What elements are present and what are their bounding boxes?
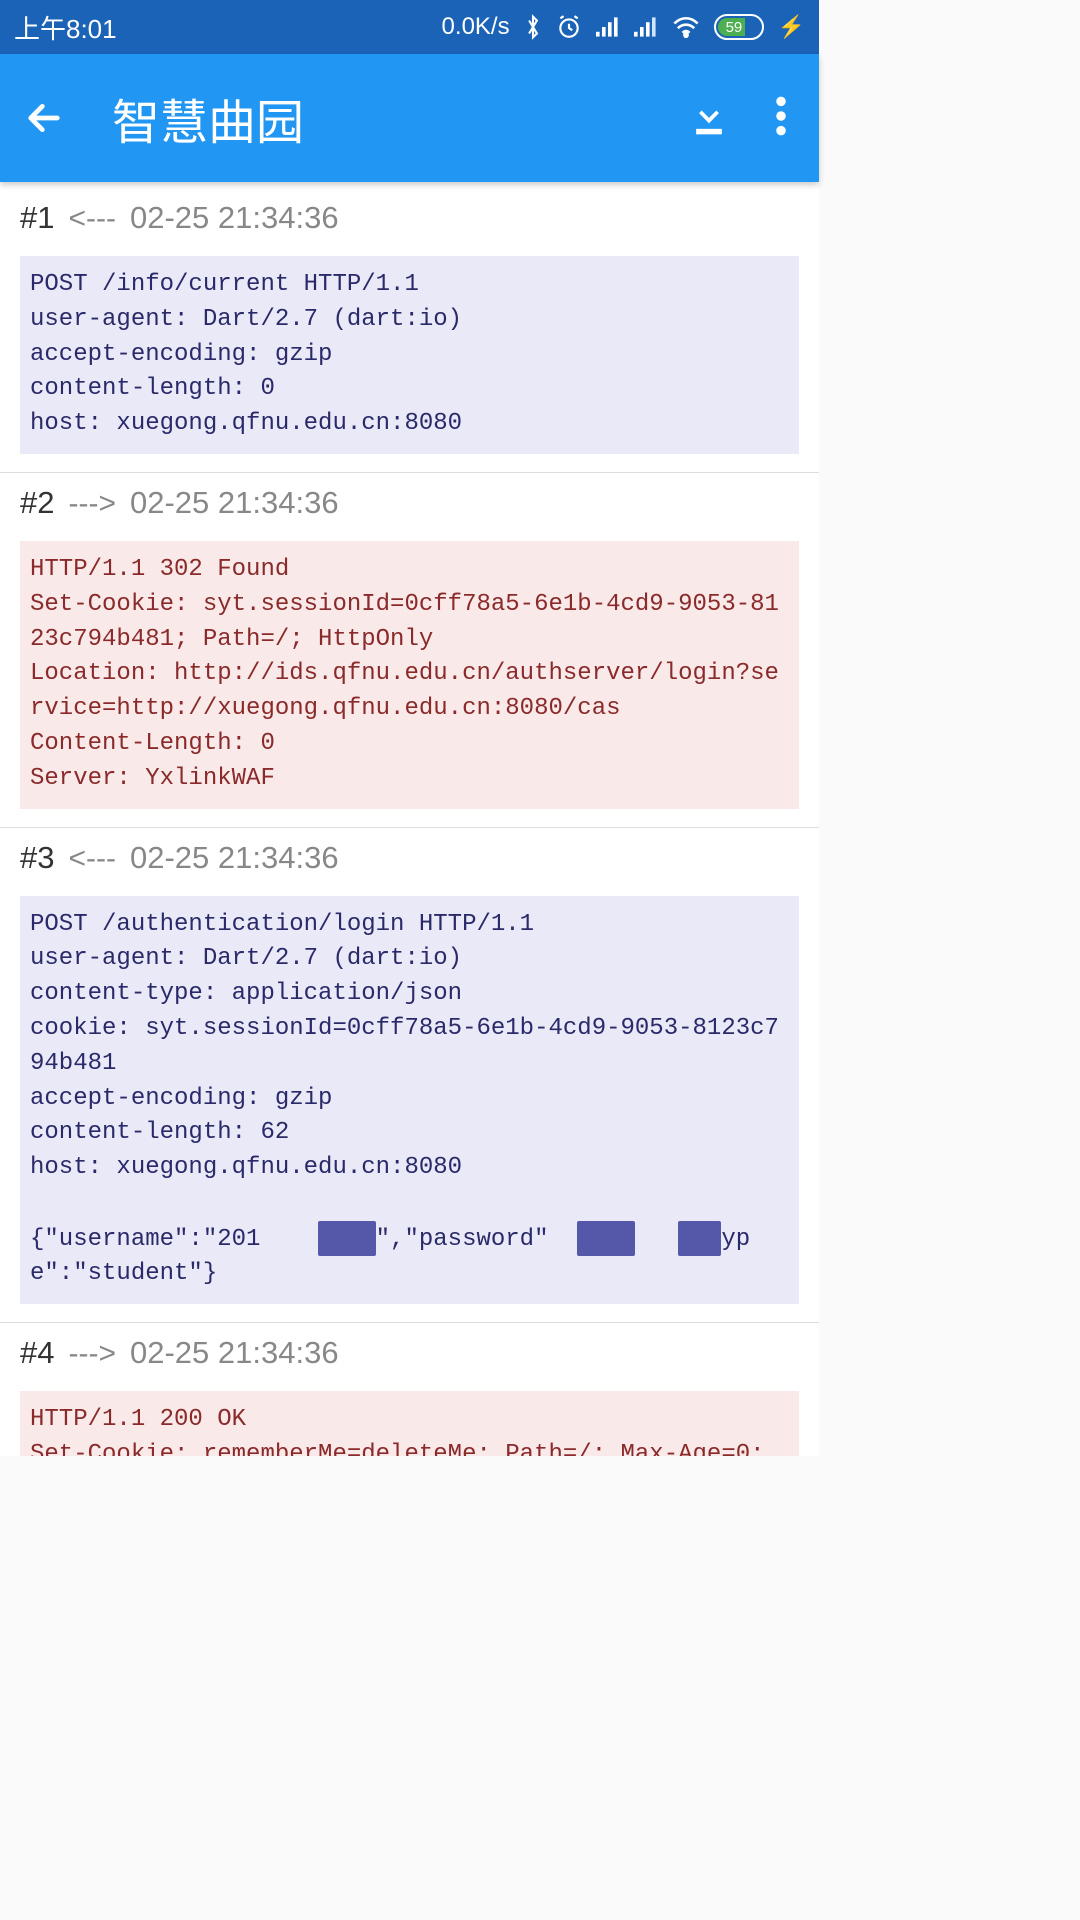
charging-icon: ⚡	[778, 14, 805, 40]
log-entry[interactable]: #2 ---> 02-25 21:34:36 HTTP/1.1 302 Foun…	[0, 473, 819, 828]
redacted-block: ████	[577, 1221, 635, 1256]
more-menu-button[interactable]	[775, 94, 787, 143]
entry-timestamp: 02-25 21:34:36	[130, 1335, 339, 1371]
log-entry[interactable]: #3 <--- 02-25 21:34:36 POST /authenticat…	[0, 828, 819, 1324]
body-text: ","password"	[376, 1225, 549, 1252]
status-time: 上午8:01	[14, 9, 117, 46]
entry-number: #2	[20, 485, 54, 521]
log-entry[interactable]: #1 <--- 02-25 21:34:36 POST /info/curren…	[0, 182, 819, 473]
entry-header: #4 ---> 02-25 21:34:36	[0, 1335, 819, 1391]
entry-timestamp: 02-25 21:34:36	[130, 840, 339, 876]
entry-number: #4	[20, 1335, 54, 1371]
log-entry[interactable]: #4 ---> 02-25 21:34:36 HTTP/1.1 200 OK S…	[0, 1323, 819, 1456]
status-bar: 上午8:01 0.0K/s 59 ⚡	[0, 0, 819, 54]
log-list[interactable]: #1 <--- 02-25 21:34:36 POST /info/curren…	[0, 182, 819, 1456]
entry-timestamp: 02-25 21:34:36	[130, 485, 339, 521]
redacted-block: ███	[678, 1221, 721, 1256]
status-icons: 0.0K/s 59 ⚡	[442, 13, 805, 41]
entry-direction: --->	[68, 487, 116, 521]
response-body: HTTP/1.1 200 OK Set-Cookie: rememberMe=d…	[20, 1391, 799, 1456]
entry-direction: --->	[68, 1337, 116, 1371]
download-button[interactable]	[687, 94, 731, 143]
response-body: HTTP/1.1 302 Found Set-Cookie: syt.sessi…	[20, 541, 799, 809]
signal-2-icon	[634, 16, 658, 38]
battery-percent: 59	[720, 19, 743, 36]
entry-timestamp: 02-25 21:34:36	[130, 200, 339, 236]
entry-number: #3	[20, 840, 54, 876]
bluetooth-icon	[524, 14, 542, 40]
battery-indicator: 59	[714, 14, 764, 40]
body-text: HTTP/1.1 200 OK Set-Cookie: rememberMe=d…	[30, 1406, 779, 1456]
network-speed: 0.0K/s	[442, 13, 510, 41]
alarm-icon	[556, 14, 582, 40]
back-button[interactable]	[24, 98, 64, 138]
signal-1-icon	[596, 16, 620, 38]
body-text: POST /authentication/login HTTP/1.1 user…	[30, 911, 779, 1253]
app-bar: 智慧曲园	[0, 54, 819, 182]
entry-header: #1 <--- 02-25 21:34:36	[0, 200, 819, 256]
entry-header: #2 ---> 02-25 21:34:36	[0, 485, 819, 541]
wifi-icon	[672, 16, 700, 38]
entry-direction: <---	[68, 202, 116, 236]
request-body: POST /info/current HTTP/1.1 user-agent: …	[20, 256, 799, 454]
page-title: 智慧曲园	[112, 83, 687, 153]
redacted-block: ████	[318, 1221, 376, 1256]
entry-number: #1	[20, 200, 54, 236]
entry-header: #3 <--- 02-25 21:34:36	[0, 840, 819, 896]
request-body: POST /authentication/login HTTP/1.1 user…	[20, 896, 799, 1305]
entry-direction: <---	[68, 842, 116, 876]
